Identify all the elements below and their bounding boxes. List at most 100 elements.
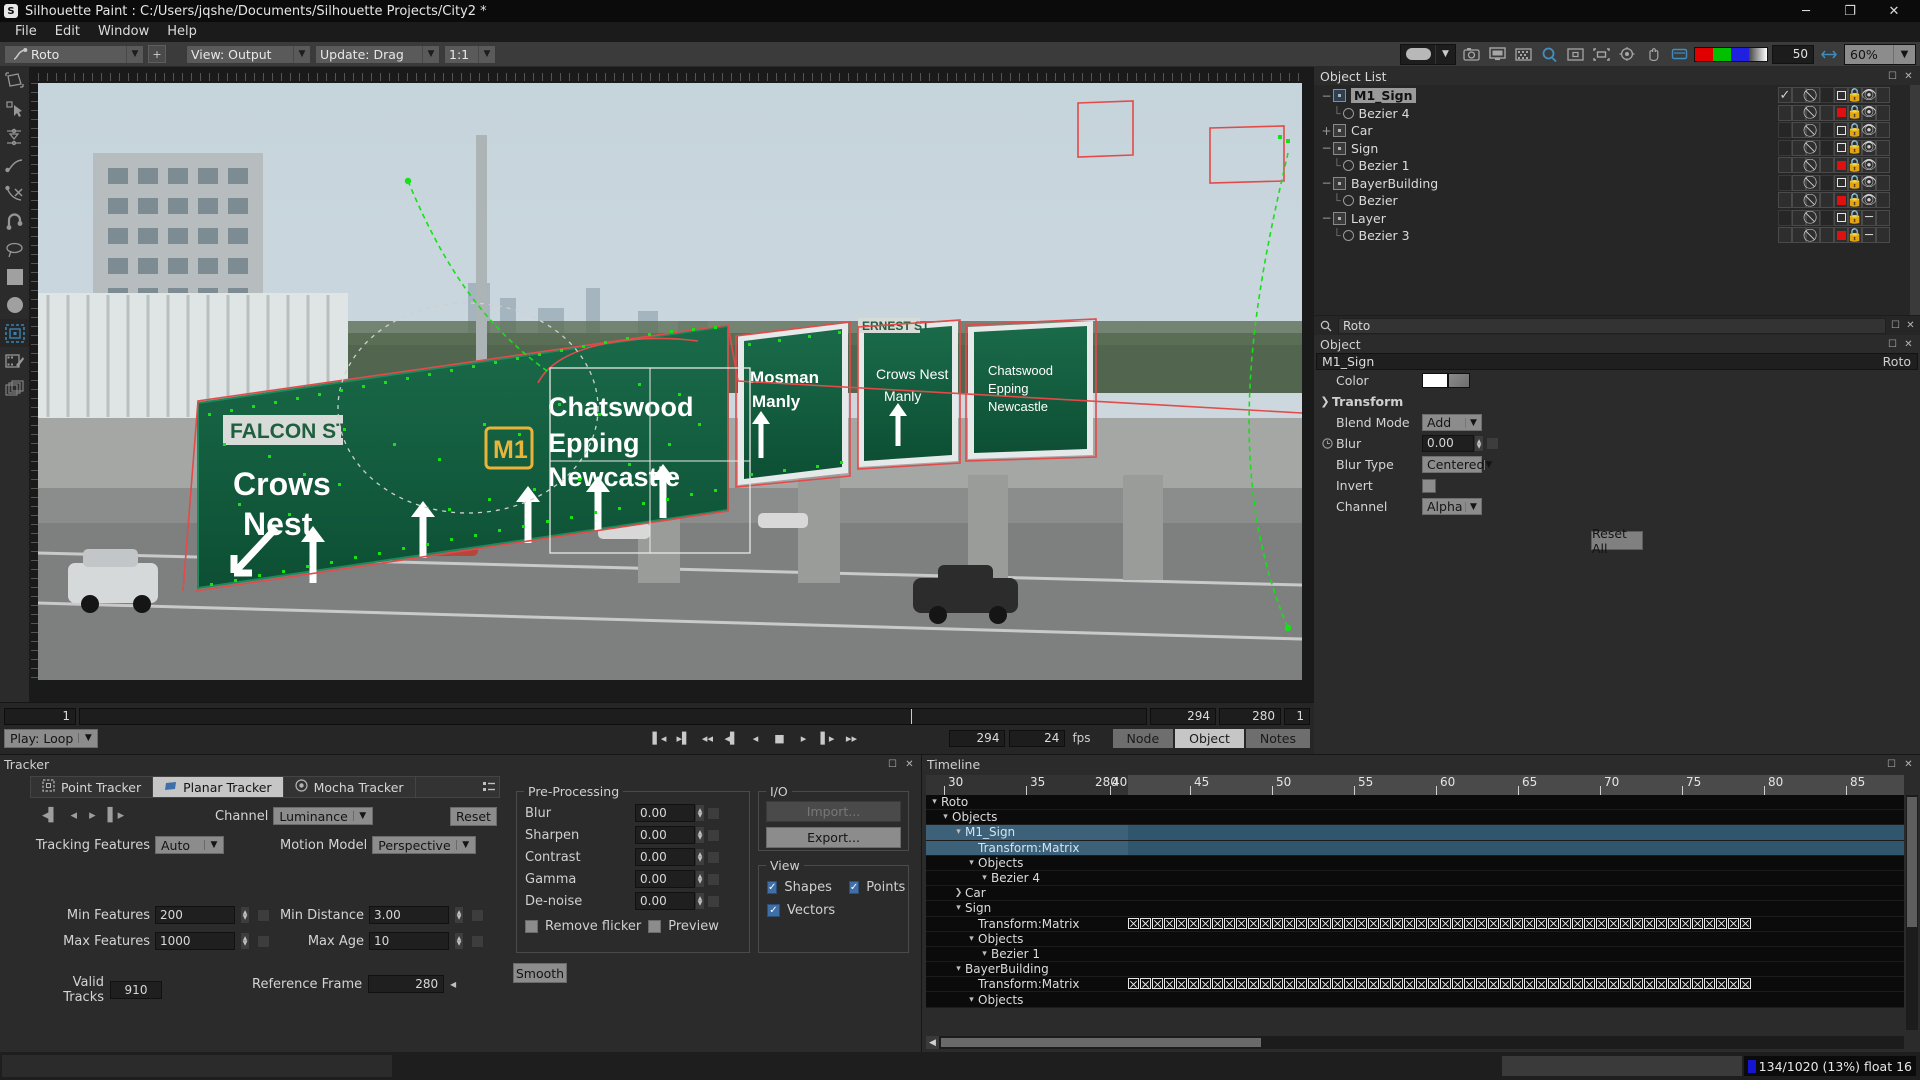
pp-gamma-keyframe-button[interactable] [707, 873, 720, 886]
planar-track-tool[interactable] [0, 319, 29, 347]
stack-icon[interactable] [1820, 87, 1834, 103]
timeline-row-transform-matrix[interactable]: Transform:Matrix [926, 841, 1904, 856]
max-age-stepper[interactable]: ▲▼ [454, 932, 464, 950]
goto-end-button[interactable]: ▸▌ [673, 728, 693, 748]
current-frame-input[interactable]: 1 [4, 708, 76, 725]
chevron-down-icon[interactable]: ▼ [353, 811, 372, 821]
timeline-track[interactable] [1128, 810, 1904, 824]
duplicate-icon[interactable] [1792, 175, 1806, 191]
page-icon[interactable] [1876, 227, 1890, 243]
color-swatch[interactable] [1834, 87, 1848, 103]
stack-icon[interactable] [1820, 175, 1834, 191]
chevron-down-icon[interactable]: ▾ [928, 797, 941, 807]
timeline-track[interactable] [1128, 917, 1904, 931]
update-combo[interactable]: Update: Drag ▼ [315, 45, 440, 64]
expander-icon[interactable]: − [1320, 176, 1333, 190]
object-state-icon-grid[interactable]: ✓ ⃠ 🔒 👁 ⃠ 🔒 👁 [1778, 85, 1910, 315]
timeline-tracks[interactable]: ▾Roto ▾Objects ▾M1_Sign Transform:Matrix… [926, 795, 1904, 1030]
chevron-down-icon[interactable]: ▼ [422, 46, 439, 63]
eye-icon[interactable]: ─ [1862, 210, 1876, 226]
play-backward-button[interactable]: ◂ [745, 728, 765, 748]
check-icon[interactable] [1778, 227, 1792, 243]
color-swatch[interactable] [1834, 227, 1848, 243]
expander-icon[interactable]: + [1320, 124, 1333, 138]
max-features-input[interactable]: 1000 [155, 932, 235, 950]
ratio-combo[interactable]: 1:1 ▼ [444, 45, 496, 64]
tab-mocha-tracker[interactable]: Mocha Tracker [284, 777, 416, 797]
object-row-layer[interactable]: − Layer [1320, 210, 1778, 228]
keyframe-clock-icon[interactable] [1320, 416, 1334, 430]
eye-icon[interactable]: 👁 [1862, 122, 1876, 138]
object-tree[interactable]: − M1_Sign └ Bezier 4 + Car − [1314, 85, 1778, 315]
step-input[interactable]: 1 [1284, 708, 1310, 725]
timeline-track[interactable] [1128, 947, 1904, 961]
fit-icon[interactable] [1590, 44, 1612, 65]
pp-sharpen-keyframe-button[interactable] [707, 829, 720, 842]
min-distance-keyframe-button[interactable] [471, 909, 484, 922]
keyframe-clock-icon[interactable] [1320, 437, 1334, 451]
object-state-row[interactable]: ⃠ 🔒 ─ [1778, 210, 1910, 228]
play-forward-button[interactable]: ▸ [793, 728, 813, 748]
pp-denoise-input[interactable]: 0.00 [635, 892, 695, 910]
timeline-row-bayerbuilding[interactable]: ▾BayerBuilding [926, 962, 1904, 977]
duplicate-icon[interactable] [1792, 140, 1806, 156]
chevron-down-icon[interactable]: ▼ [126, 46, 143, 63]
close-panel-icon[interactable]: ✕ [1903, 759, 1914, 770]
max-age-keyframe-button[interactable] [471, 935, 484, 948]
page-icon[interactable] [1876, 87, 1890, 103]
pp-denoise-stepper[interactable]: ▲▼ [695, 892, 705, 910]
proxy-toggle-group[interactable]: ▼ [1400, 44, 1456, 65]
color-swatch[interactable] [1834, 140, 1848, 156]
reference-frame-set-button[interactable]: ◂ [450, 977, 456, 991]
chevron-down-icon[interactable]: ▾ [978, 949, 991, 959]
chevron-down-icon[interactable]: ▼ [456, 840, 475, 850]
check-icon[interactable] [1778, 122, 1792, 138]
pp-sharpen-input[interactable]: 0.00 [635, 826, 695, 844]
duplicate-icon[interactable] [1792, 87, 1806, 103]
color-swatch[interactable] [1834, 122, 1848, 138]
eye-icon[interactable]: 👁 [1862, 175, 1876, 191]
float-panel-icon[interactable]: ☐ [1887, 339, 1898, 350]
chevron-right-icon[interactable]: ❯ [1318, 395, 1332, 408]
timeline-vertical-scrollbar[interactable] [1906, 795, 1918, 1030]
keyframe-clock-icon[interactable] [1320, 500, 1334, 514]
object-state-row[interactable]: ⃠ 🔒 ─ [1778, 227, 1910, 245]
monitor-icon[interactable] [1486, 44, 1508, 65]
chevron-down-icon[interactable]: ▼ [293, 46, 310, 63]
preview-checkbox[interactable] [648, 920, 661, 933]
end-frame-input[interactable]: 294 [1150, 708, 1216, 725]
shapes-checkbox[interactable]: ✓ [767, 881, 777, 894]
object-list-scrollbar[interactable] [1910, 85, 1920, 315]
total-frames-input[interactable]: 294 [949, 730, 1005, 747]
tab-planar-tracker[interactable]: Planar Tracker [153, 777, 283, 797]
color-swatch[interactable] [1834, 175, 1848, 191]
check-icon[interactable] [1778, 140, 1792, 156]
no-entry-icon[interactable]: ⃠ [1806, 210, 1820, 226]
view-combo[interactable]: View: Output ▼ [186, 45, 311, 64]
pp-sharpen-stepper[interactable]: ▲▼ [695, 826, 705, 844]
search-input[interactable]: Roto [1338, 318, 1886, 334]
duplicate-icon[interactable] [1792, 105, 1806, 121]
color-swatch[interactable] [1422, 373, 1448, 388]
remove-flicker-checkbox[interactable] [525, 920, 538, 933]
page-icon[interactable] [1876, 140, 1890, 156]
timeline-track[interactable] [1128, 795, 1904, 809]
page-icon[interactable] [1876, 157, 1890, 173]
min-features-stepper[interactable]: ▲▼ [240, 906, 250, 924]
eye-icon[interactable]: 👁 [1862, 105, 1876, 121]
float-panel-icon[interactable]: ☐ [1887, 71, 1898, 82]
timeline-row-objects[interactable]: ▾Objects [926, 856, 1904, 871]
pp-denoise-keyframe-button[interactable] [707, 895, 720, 908]
reset-all-button[interactable]: Reset All [1591, 531, 1643, 550]
color-swatch[interactable] [1834, 105, 1848, 121]
eye-icon[interactable]: 👁 [1862, 157, 1876, 173]
fps-input[interactable]: 24 [1009, 730, 1065, 747]
track-backward-all-button[interactable]: ◂▌ [42, 808, 59, 823]
object-name-field[interactable]: M1_Sign Roto [1316, 353, 1918, 370]
eye-icon[interactable]: ─ [1862, 227, 1876, 243]
goto-start-button[interactable]: ▌◂ [649, 728, 669, 748]
chevron-down-icon[interactable]: ▾ [952, 964, 965, 974]
tab-notes[interactable]: Notes [1246, 729, 1310, 748]
keyframe-clock-icon[interactable] [1320, 458, 1334, 472]
xspline-tool[interactable] [0, 179, 29, 207]
